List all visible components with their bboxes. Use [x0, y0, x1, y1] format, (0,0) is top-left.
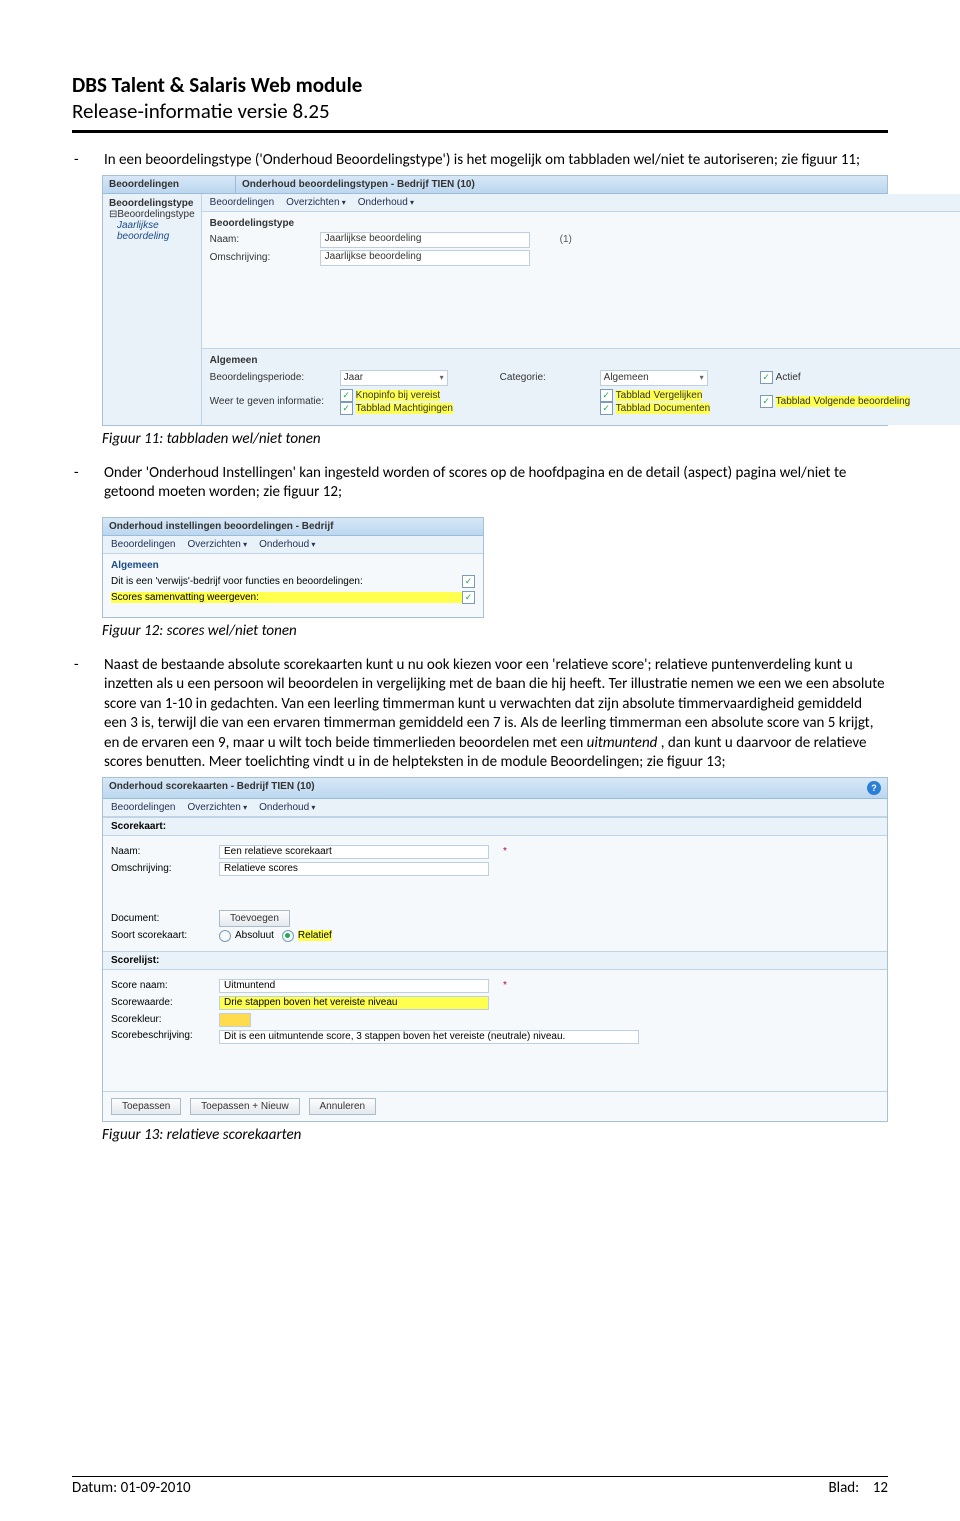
ss1-sect-head: Beoordelingstype — [210, 218, 960, 229]
ss3-scorenaam-label: Score naam: — [111, 980, 211, 991]
ss1-side-link[interactable]: Jaarlijkse beoordeling — [109, 220, 195, 242]
ss1-chk-vergelijken[interactable]: ✓Tabblad Vergelijken — [600, 389, 703, 402]
ss3-title: Onderhoud scorekaarten - Bedrijf TIEN (1… — [109, 781, 315, 795]
ss2-alg-head: Algemeen — [111, 560, 475, 571]
ss1-chk-actief[interactable]: ✓Actief — [760, 371, 960, 384]
bullet-dash: - — [72, 656, 104, 773]
figure-11-caption: Figuur 11: tabbladen wel/niet tonen — [102, 430, 888, 448]
ss3-oms-label: Omschrijving: — [111, 863, 211, 874]
ss3-scorewaarde-label: Scorewaarde: — [111, 997, 211, 1008]
footer-page: Blad: 12 — [829, 1479, 888, 1497]
ss2-verwijs-label: Dit is een 'verwijs'-bedrijf voor functi… — [111, 576, 462, 587]
ss1-naam-input[interactable]: Jaarlijkse beoordeling — [320, 232, 530, 248]
figure-13-screenshot: Onderhoud scorekaarten - Bedrijf TIEN (1… — [102, 777, 888, 1122]
ss3-scorekleur-label: Scorekleur: — [111, 1014, 211, 1025]
ss3-doc-label: Document: — [111, 913, 211, 924]
toevoegen-button[interactable]: Toevoegen — [219, 910, 290, 927]
ss3-scorekleur-swatch[interactable] — [219, 1013, 251, 1027]
figure-11-screenshot: Beoordelingen Onderhoud beoordelingstype… — [102, 175, 888, 426]
ss3-tab-overzichten[interactable]: Overzichten — [188, 802, 248, 813]
ss3-sect-scorelijst: Scorelijst: — [103, 951, 887, 970]
ss1-cat-select[interactable]: Algemeen — [600, 370, 708, 386]
ss1-chk-volgende[interactable]: ✓Tabblad Volgende beoordeling — [760, 395, 911, 408]
ss1-alg-head: Algemeen — [210, 355, 960, 366]
required-icon: * — [503, 980, 507, 991]
header-rule — [72, 130, 888, 133]
bullet-2-text: Onder 'Onderhoud Instellingen' kan inges… — [104, 464, 888, 503]
ss1-tab-overzichten[interactable]: Overzichten — [286, 197, 346, 208]
toepassen-button[interactable]: Toepassen — [111, 1098, 181, 1115]
page-title: DBS Talent & Salaris Web module — [72, 72, 888, 98]
ss1-oms-label: Omschrijving: — [210, 252, 320, 263]
bullet-3-text: Naast de bestaande absolute scorekaarten… — [104, 656, 888, 773]
ss3-scorenaam-input[interactable]: Uitmuntend — [219, 979, 489, 993]
ss3-naam-input[interactable]: Een relatieve scorekaart — [219, 845, 489, 859]
radio-absoluut[interactable] — [219, 930, 231, 942]
ss3-tab-onderhoud[interactable]: Onderhoud — [259, 802, 315, 813]
ss2-scores-check[interactable]: ✓ — [462, 591, 475, 604]
bullet-dash: - — [72, 151, 104, 171]
footer-date: Datum: 01-09-2010 — [72, 1479, 191, 1497]
ss1-period-select[interactable]: Jaar — [340, 370, 448, 386]
ss2-tab-overzichten[interactable]: Overzichten — [188, 539, 248, 550]
ss1-chk-knopinfo[interactable]: ✓Knopinfo bij vereist — [340, 389, 441, 402]
ss1-oms-input[interactable]: Jaarlijkse beoordeling — [320, 250, 530, 266]
ss3-soort-label: Soort scorekaart: — [111, 930, 211, 941]
help-icon[interactable]: ? — [867, 781, 881, 795]
ss1-naam-label: Naam: — [210, 234, 320, 245]
radio-relatief[interactable] — [282, 930, 294, 942]
ss3-scorebesch-input[interactable]: Dit is een uitmuntende score, 3 stappen … — [219, 1030, 639, 1044]
figure-12-screenshot: Onderhoud instellingen beoordelingen - B… — [102, 517, 484, 618]
page-subtitle: Release-informatie versie 8.25 — [72, 98, 888, 124]
annuleren-button[interactable]: Annuleren — [309, 1098, 377, 1115]
ss2-scores-label: Scores samenvatting weergeven: — [111, 592, 462, 603]
ss2-title: Onderhoud instellingen beoordelingen - B… — [103, 518, 483, 536]
ss2-tab-onderhoud[interactable]: Onderhoud — [259, 539, 315, 550]
figure-13-caption: Figuur 13: relatieve scorekaarten — [102, 1126, 888, 1144]
ss1-chk-machtigingen[interactable]: ✓Tabblad Machtigingen — [340, 402, 453, 415]
ss3-sect-scorekaart: Scorekaart: — [103, 817, 887, 836]
ss3-scorebesch-label: Scorebeschrijving: — [111, 1030, 211, 1041]
bullet-1-text: In een beoordelingstype ('Onderhoud Beoo… — [104, 151, 888, 171]
toepassen-nieuw-button[interactable]: Toepassen + Nieuw — [190, 1098, 300, 1115]
ss2-verwijs-check[interactable]: ✓ — [462, 575, 475, 588]
ss1-cat-label: Categorie: — [500, 372, 590, 383]
ss1-side-sub: ⊟Beoordelingstype — [109, 209, 195, 220]
bullet-dash: - — [72, 464, 104, 503]
ss3-scorewaarde-select[interactable]: Drie stappen boven het vereiste niveau — [219, 996, 489, 1010]
ss1-side-head: Beoordelingstype — [109, 198, 195, 209]
ss1-chk-documenten[interactable]: ✓Tabblad Documenten — [600, 402, 711, 415]
ss3-oms-input[interactable]: Relatieve scores — [219, 862, 489, 876]
ss1-tab-beoordelingen[interactable]: Beoordelingen — [210, 197, 275, 208]
required-icon: * — [503, 846, 507, 857]
ss1-tab-onderhoud[interactable]: Onderhoud — [358, 197, 414, 208]
figure-12-caption: Figuur 12: scores wel/niet tonen — [102, 622, 888, 640]
ss1-naam-after: (1) — [560, 234, 572, 245]
ss1-left-title: Beoordelingen — [103, 176, 236, 193]
ss1-period-label: Beoordelingsperiode: — [210, 372, 330, 383]
ss1-main-title: Onderhoud beoordelingstypen - Bedrijf TI… — [236, 176, 481, 193]
ss1-info-label: Weer te geven informatie: — [210, 396, 330, 407]
ss3-tab-beoordelingen[interactable]: Beoordelingen — [111, 802, 176, 813]
ss2-tab-beoordelingen[interactable]: Beoordelingen — [111, 539, 176, 550]
ss3-naam-label: Naam: — [111, 846, 211, 857]
